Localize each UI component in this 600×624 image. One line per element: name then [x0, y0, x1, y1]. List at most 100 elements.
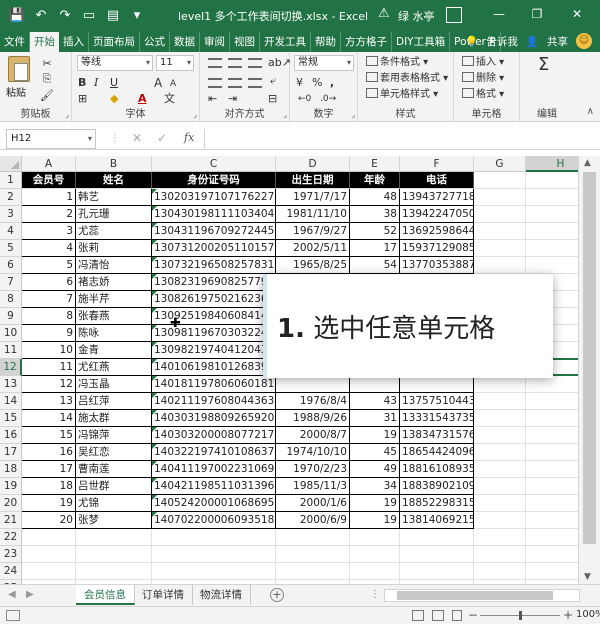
save-icon[interactable]: 💾: [6, 4, 28, 26]
sheet-tab-orders[interactable]: 订单详情: [134, 585, 193, 605]
empty-cell[interactable]: [400, 529, 474, 546]
table-cell[interactable]: 140411197002231069: [152, 461, 276, 478]
table-cell[interactable]: 130732196508257831: [152, 257, 276, 274]
empty-cell[interactable]: [526, 189, 578, 206]
table-cell[interactable]: 13692598644: [400, 223, 474, 240]
align-top-icon[interactable]: [208, 58, 222, 68]
table-cell[interactable]: 38: [350, 206, 400, 223]
table-cell[interactable]: 13331543735: [400, 410, 474, 427]
empty-cell[interactable]: [474, 444, 526, 461]
table-cell[interactable]: 54: [350, 257, 400, 274]
undo-icon[interactable]: ↶: [30, 4, 52, 26]
tab-developer[interactable]: 开发工具: [260, 32, 311, 52]
row-header-15[interactable]: 15: [0, 410, 22, 427]
empty-cell[interactable]: [526, 495, 578, 512]
table-cell[interactable]: 12: [22, 376, 76, 393]
add-sheet-button[interactable]: +: [270, 588, 284, 602]
column-header-c[interactable]: C: [152, 156, 276, 172]
table-cell[interactable]: 14: [22, 410, 76, 427]
table-cell[interactable]: 140524200001068695: [152, 495, 276, 512]
table-cell[interactable]: 1985/11/3: [276, 478, 350, 495]
table-cell[interactable]: 11: [22, 359, 76, 376]
tab-page-layout[interactable]: 页面布局: [89, 32, 140, 52]
empty-cell[interactable]: [526, 478, 578, 495]
empty-cell[interactable]: [526, 427, 578, 444]
row-header-18[interactable]: 18: [0, 461, 22, 478]
table-header-cell[interactable]: 年龄: [350, 172, 400, 189]
table-header-cell[interactable]: 出生日期: [276, 172, 350, 189]
row-header-17[interactable]: 17: [0, 444, 22, 461]
row-header-11[interactable]: 11: [0, 342, 22, 359]
tab-insert[interactable]: 插入: [59, 32, 89, 52]
align-bottom-icon[interactable]: [248, 58, 262, 68]
table-cell[interactable]: 吕红萍: [76, 393, 152, 410]
column-header-g[interactable]: G: [474, 156, 526, 172]
decrease-decimal-icon[interactable]: .0→: [320, 92, 336, 106]
table-cell[interactable]: 吕世群: [76, 478, 152, 495]
tab-data[interactable]: 数据: [170, 32, 200, 52]
empty-cell[interactable]: [152, 529, 276, 546]
orientation-icon[interactable]: ab↗: [268, 56, 291, 70]
currency-button[interactable]: ¥: [296, 76, 303, 90]
font-size-select[interactable]: 11 ▾: [156, 55, 194, 71]
table-cell[interactable]: 140181197806060181: [152, 376, 276, 393]
row-header-10[interactable]: 10: [0, 325, 22, 342]
row-header-7[interactable]: 7: [0, 274, 22, 291]
minimize-icon[interactable]: —: [490, 5, 508, 23]
empty-cell[interactable]: [526, 257, 578, 274]
table-cell[interactable]: 8: [22, 308, 76, 325]
row-header-8[interactable]: 8: [0, 291, 22, 308]
table-cell[interactable]: 陈咏: [76, 325, 152, 342]
empty-cell[interactable]: [474, 410, 526, 427]
table-header-cell[interactable]: 姓名: [76, 172, 152, 189]
empty-cell[interactable]: [474, 223, 526, 240]
table-cell[interactable]: 19: [350, 427, 400, 444]
vertical-scrollbar[interactable]: ▲ ▼: [578, 156, 600, 584]
tab-diy[interactable]: DIY工具箱: [392, 32, 451, 52]
table-cell[interactable]: 冯清怡: [76, 257, 152, 274]
table-cell[interactable]: 施太群: [76, 410, 152, 427]
clipboard-dialog-launcher-icon[interactable]: ⌟: [65, 110, 69, 119]
tell-me-input[interactable]: 告诉我: [486, 34, 518, 49]
table-cell[interactable]: 1974/10/10: [276, 444, 350, 461]
row-header-14[interactable]: 14: [0, 393, 22, 410]
table-cell[interactable]: 130431196709272445: [152, 223, 276, 240]
row-header-9[interactable]: 9: [0, 308, 22, 325]
empty-cell[interactable]: [526, 376, 578, 393]
scroll-up-icon[interactable]: ▲: [584, 158, 591, 168]
table-cell[interactable]: 1: [22, 189, 76, 206]
table-cell[interactable]: 2000/6/9: [276, 512, 350, 529]
zoom-out-button[interactable]: −: [468, 608, 478, 622]
sheet-tab-members[interactable]: 会员信息: [76, 585, 135, 605]
table-cell[interactable]: 16: [22, 444, 76, 461]
table-cell[interactable]: 140322197410108637: [152, 444, 276, 461]
table-cell[interactable]: 34: [350, 478, 400, 495]
table-cell[interactable]: 140303200008077217: [152, 427, 276, 444]
table-cell[interactable]: 2: [22, 206, 76, 223]
column-header-h[interactable]: H: [526, 156, 578, 172]
collapse-ribbon-icon[interactable]: ∧: [587, 106, 594, 117]
table-cell[interactable]: 冯锦萍: [76, 427, 152, 444]
page-break-view-icon[interactable]: [452, 610, 462, 621]
table-cell[interactable]: 140421198511031396: [152, 478, 276, 495]
table-cell[interactable]: 10: [22, 342, 76, 359]
table-cell[interactable]: 9: [22, 325, 76, 342]
horizontal-scrollbar[interactable]: [384, 589, 580, 602]
empty-cell[interactable]: [474, 529, 526, 546]
paste-button[interactable]: 粘贴: [6, 84, 26, 99]
table-cell[interactable]: 48: [350, 189, 400, 206]
user-name[interactable]: 绿 水亭: [398, 8, 435, 24]
cell-styles-button[interactable]: 单元格样式 ▾: [366, 88, 438, 102]
empty-cell[interactable]: [526, 563, 578, 580]
row-header-24[interactable]: 24: [0, 563, 22, 580]
ribbon-display-options-icon[interactable]: [446, 7, 462, 23]
name-box[interactable]: H12 ▾: [6, 129, 96, 149]
zoom-slider-knob[interactable]: [519, 611, 522, 620]
macro-record-icon[interactable]: [6, 610, 20, 621]
empty-cell[interactable]: [350, 563, 400, 580]
table-cell[interactable]: 18816108935: [400, 461, 474, 478]
table-cell[interactable]: 2002/5/11: [276, 240, 350, 257]
empty-cell[interactable]: [474, 393, 526, 410]
table-cell[interactable]: 13757510443: [400, 393, 474, 410]
cut-icon[interactable]: ✂: [40, 56, 54, 70]
